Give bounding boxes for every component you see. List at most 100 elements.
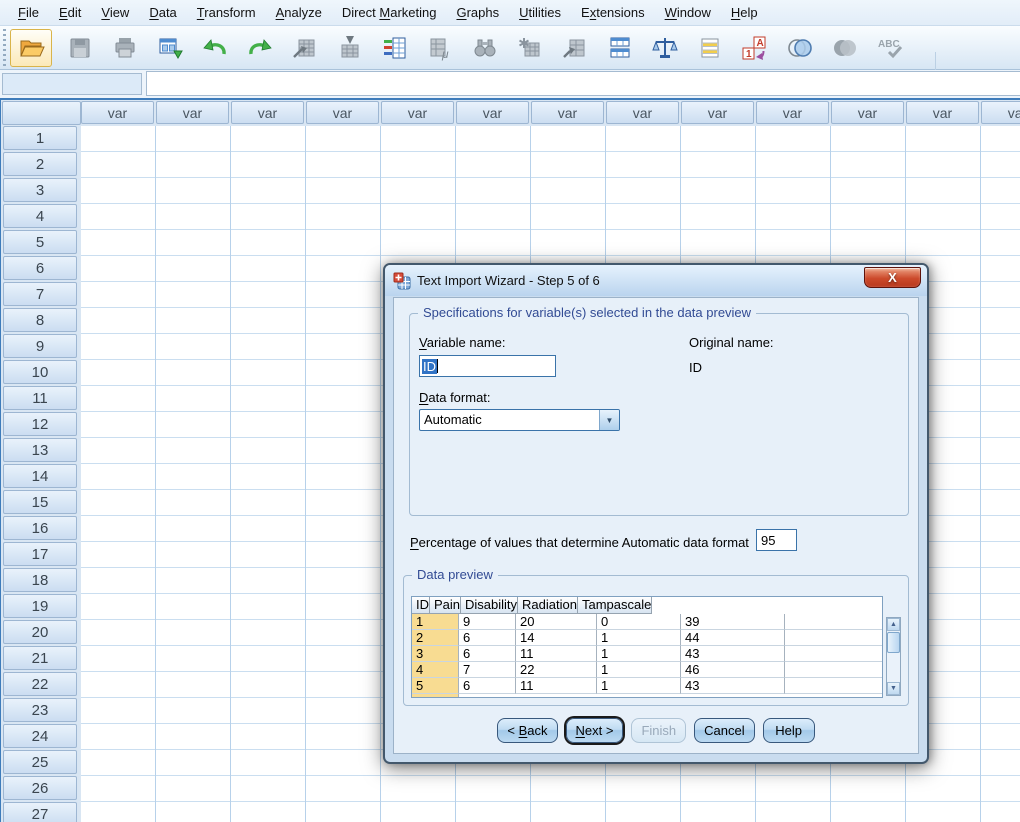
preview-cell[interactable]: 1 xyxy=(597,646,681,662)
preview-column-header[interactable]: Radiation xyxy=(518,597,578,614)
row-header[interactable]: 27 xyxy=(3,802,77,822)
preview-cell[interactable]: 0 xyxy=(597,614,681,630)
redo-button[interactable] xyxy=(243,29,277,67)
chevron-down-icon[interactable]: ▼ xyxy=(599,410,619,430)
recall-dialogs-button[interactable] xyxy=(153,29,187,67)
preview-cell[interactable]: 22 xyxy=(516,662,597,678)
weight-cases-button[interactable] xyxy=(648,29,682,67)
preview-cell[interactable]: 1 xyxy=(597,678,681,694)
menu-item[interactable]: Utilities xyxy=(509,2,571,23)
row-header[interactable]: 14 xyxy=(3,464,77,488)
preview-row[interactable]: 3 6 11 1 43 xyxy=(412,646,882,662)
preview-cell-id[interactable]: 3 xyxy=(412,646,459,662)
column-header-var[interactable]: var xyxy=(531,101,604,124)
cell-editor-bar[interactable] xyxy=(146,71,1020,96)
show-all-variables-button[interactable] xyxy=(828,29,862,67)
preview-cell[interactable]: 43 xyxy=(681,646,785,662)
preview-row[interactable]: 4 7 22 1 46 xyxy=(412,662,882,678)
row-header[interactable]: 12 xyxy=(3,412,77,436)
menu-item[interactable]: File xyxy=(8,2,49,23)
preview-cell[interactable]: 46 xyxy=(681,662,785,678)
preview-cell-id[interactable]: 5 xyxy=(412,678,459,694)
menu-item[interactable]: Direct Marketing xyxy=(332,2,447,23)
print-button[interactable] xyxy=(108,29,142,67)
column-header-var[interactable]: var xyxy=(81,101,154,124)
select-cases-button[interactable] xyxy=(693,29,727,67)
menu-item[interactable]: Transform xyxy=(187,2,266,23)
percentage-input[interactable]: 95 xyxy=(756,529,797,551)
row-header[interactable]: 19 xyxy=(3,594,77,618)
cell-reference-box[interactable] xyxy=(2,73,142,95)
preview-cell-id[interactable]: 4 xyxy=(412,662,459,678)
column-header-var[interactable]: var xyxy=(981,101,1020,124)
row-header[interactable]: 11 xyxy=(3,386,77,410)
preview-cell-id[interactable]: 1 xyxy=(412,614,459,630)
preview-cell[interactable]: 6 xyxy=(459,678,516,694)
row-header[interactable]: 2 xyxy=(3,152,77,176)
descriptive-statistics-button[interactable]: μ xyxy=(423,29,457,67)
preview-cell[interactable]: 14 xyxy=(516,630,597,646)
column-header-var[interactable]: var xyxy=(681,101,754,124)
preview-row[interactable]: 1 9 20 0 39 xyxy=(412,614,882,630)
column-header-var[interactable]: var xyxy=(306,101,379,124)
preview-cell[interactable]: 43 xyxy=(681,678,785,694)
close-button[interactable]: X xyxy=(864,267,921,288)
menu-item[interactable]: Help xyxy=(721,2,768,23)
menu-item[interactable]: Edit xyxy=(49,2,91,23)
column-header-var[interactable]: var xyxy=(831,101,904,124)
scroll-down-icon[interactable]: ▼ xyxy=(887,682,900,695)
preview-cell[interactable]: 6 xyxy=(459,630,516,646)
preview-cell[interactable]: 7 xyxy=(459,662,516,678)
row-header[interactable]: 18 xyxy=(3,568,77,592)
row-header[interactable]: 15 xyxy=(3,490,77,514)
preview-cell[interactable]: 39 xyxy=(681,614,785,630)
row-header[interactable]: 4 xyxy=(3,204,77,228)
row-header[interactable]: 22 xyxy=(3,672,77,696)
row-header[interactable]: 17 xyxy=(3,542,77,566)
menu-item[interactable]: Analyze xyxy=(266,2,332,23)
cancel-button[interactable]: Cancel xyxy=(694,718,754,743)
row-header[interactable]: 23 xyxy=(3,698,77,722)
preview-cell[interactable]: 6 xyxy=(459,646,516,662)
insert-variable-button[interactable] xyxy=(558,29,592,67)
row-header[interactable]: 26 xyxy=(3,776,77,800)
row-header[interactable]: 1 xyxy=(3,126,77,150)
back-button[interactable]: < Back xyxy=(497,718,557,743)
open-file-button[interactable] xyxy=(10,29,52,67)
preview-cell[interactable]: 11 xyxy=(516,646,597,662)
variable-name-input[interactable]: ID xyxy=(419,355,556,377)
row-header[interactable]: 21 xyxy=(3,646,77,670)
preview-cell[interactable]: 44 xyxy=(681,630,785,646)
spell-check-button[interactable]: ABC xyxy=(873,29,907,67)
column-header-var[interactable]: var xyxy=(906,101,979,124)
row-header[interactable]: 7 xyxy=(3,282,77,306)
next-button[interactable]: Next > xyxy=(566,718,624,743)
find-button[interactable] xyxy=(468,29,502,67)
menu-item[interactable]: View xyxy=(91,2,139,23)
column-header-var[interactable]: var xyxy=(456,101,529,124)
column-header-var[interactable]: var xyxy=(231,101,304,124)
preview-cell-id[interactable]: 2 xyxy=(412,630,459,646)
column-header-var[interactable]: var xyxy=(756,101,829,124)
row-header[interactable]: 13 xyxy=(3,438,77,462)
row-header[interactable]: 25 xyxy=(3,750,77,774)
row-header[interactable]: 9 xyxy=(3,334,77,358)
preview-scrollbar[interactable]: ▲ ▼ xyxy=(886,617,901,696)
goto-case-button[interactable] xyxy=(288,29,322,67)
preview-column-header[interactable]: Pain xyxy=(430,597,461,614)
menu-item[interactable]: Extensions xyxy=(571,2,655,23)
row-header[interactable]: 16 xyxy=(3,516,77,540)
insert-cases-button[interactable] xyxy=(513,29,547,67)
undo-button[interactable] xyxy=(198,29,232,67)
preview-row[interactable]: 5 6 11 1 43 xyxy=(412,678,882,694)
menu-item[interactable]: Window xyxy=(655,2,721,23)
preview-row[interactable]: 2 6 14 1 44 xyxy=(412,630,882,646)
column-header-var[interactable]: var xyxy=(606,101,679,124)
use-variable-sets-button[interactable] xyxy=(783,29,817,67)
row-header[interactable]: 5 xyxy=(3,230,77,254)
preview-cell[interactable]: 1 xyxy=(597,662,681,678)
row-header[interactable]: 20 xyxy=(3,620,77,644)
menu-item[interactable]: Data xyxy=(139,2,186,23)
data-format-dropdown[interactable]: Automatic ▼ xyxy=(419,409,620,431)
grid-corner-cell[interactable] xyxy=(2,101,81,125)
